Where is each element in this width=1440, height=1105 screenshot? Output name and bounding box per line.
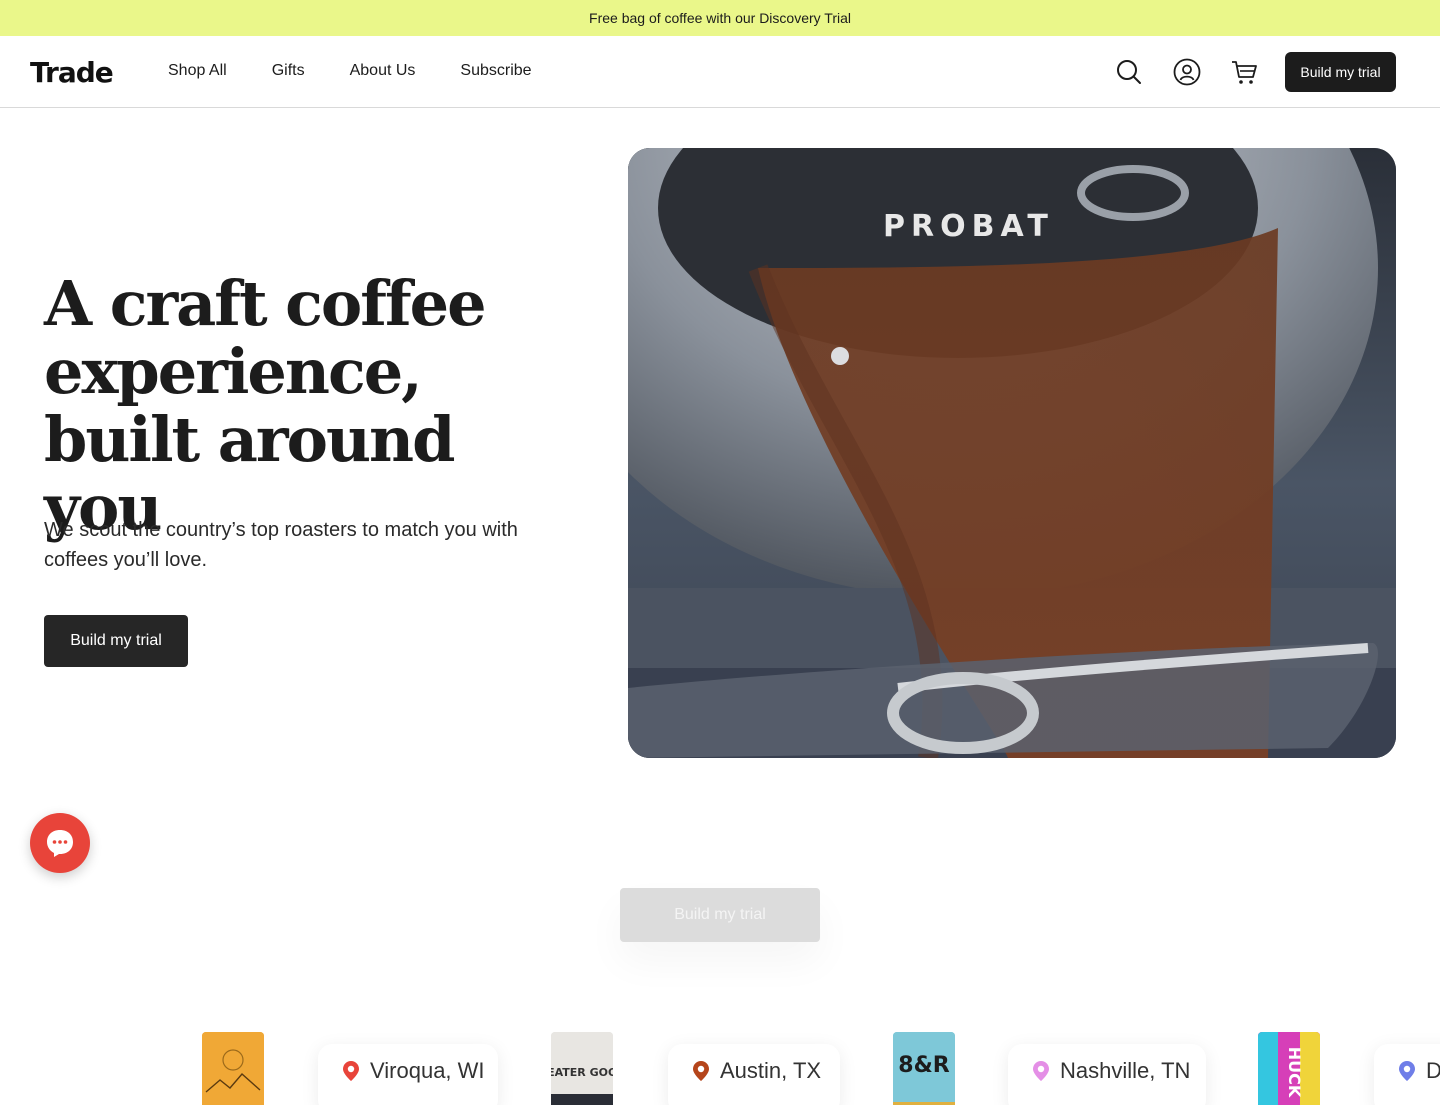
roaster-location-2: Austin, TX — [668, 1044, 840, 1105]
location-pin-icon — [1399, 1061, 1415, 1081]
location-pin-icon — [693, 1061, 709, 1081]
search-icon[interactable] — [1114, 57, 1144, 87]
roaster-carousel: Viroqua, WI GREATER GOODS Austin, TX 8&R… — [0, 1020, 1440, 1105]
roaster-bag-1[interactable] — [202, 1032, 264, 1105]
roaster-location-3: Nashville, TN — [1008, 1044, 1206, 1105]
nav-shop-all[interactable]: Shop All — [168, 62, 227, 80]
bag-label: GREATER GOODS — [551, 1066, 613, 1079]
announcement-text: Free bag of coffee with our Discovery Tr… — [589, 10, 851, 26]
sticky-build-trial-button[interactable]: Build my trial — [620, 888, 820, 942]
bag-label: HUCK — [1285, 1047, 1304, 1098]
roaster-illustration: PROBAT — [628, 148, 1396, 758]
nav-gifts[interactable]: Gifts — [272, 62, 305, 80]
roaster-location-4: D — [1374, 1044, 1440, 1105]
header-build-trial-button[interactable]: Build my trial — [1285, 52, 1396, 92]
announcement-bar[interactable]: Free bag of coffee with our Discovery Tr… — [0, 0, 1440, 36]
location-text: Nashville, TN — [1060, 1058, 1191, 1083]
logo[interactable]: Trade — [30, 56, 114, 89]
location-text: Austin, TX — [720, 1058, 822, 1083]
main-nav: Shop All Gifts About Us Subscribe — [168, 62, 577, 80]
location-pin-icon — [1033, 1061, 1049, 1081]
location-pin-icon — [343, 1061, 359, 1081]
location-text: Viroqua, WI — [370, 1058, 485, 1083]
roaster-location-1: Viroqua, WI — [318, 1044, 498, 1105]
probat-label: PROBAT — [883, 209, 1054, 244]
chat-button[interactable] — [30, 813, 90, 873]
nav-about-us[interactable]: About Us — [350, 62, 416, 80]
cart-icon[interactable] — [1229, 57, 1259, 87]
location-text: D — [1426, 1058, 1440, 1083]
roaster-bag-3[interactable]: 8&R — [893, 1032, 955, 1105]
hero-build-trial-button[interactable]: Build my trial — [44, 615, 188, 667]
nav-subscribe[interactable]: Subscribe — [460, 62, 531, 80]
bag-label: 8&R — [898, 1053, 949, 1078]
hero-roaster-video: PROBAT — [628, 148, 1396, 758]
hero-subtitle: We scout the country’s top roasters to m… — [44, 519, 518, 571]
roaster-bag-4[interactable]: HUCK — [1258, 1032, 1320, 1105]
hero-title: A craft coffee experience, built around … — [44, 267, 487, 544]
roaster-bag-2[interactable]: GREATER GOODS — [551, 1032, 613, 1105]
chat-icon — [47, 830, 73, 857]
account-icon[interactable] — [1172, 57, 1202, 87]
site-header: Trade Shop All Gifts About Us Subscribe … — [0, 36, 1440, 108]
